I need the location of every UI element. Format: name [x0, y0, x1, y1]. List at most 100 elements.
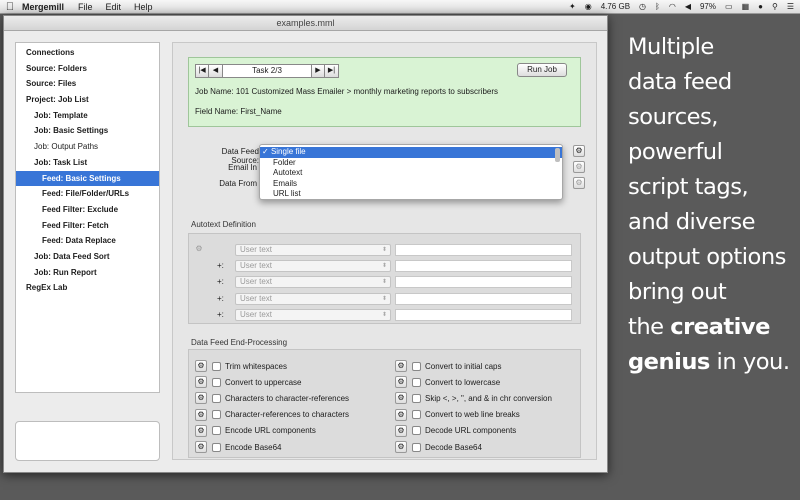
endproc-checkbox[interactable]	[412, 377, 421, 387]
autotext-type-select[interactable]: User text	[235, 244, 391, 256]
time-machine-icon[interactable]: ◷	[639, 2, 646, 11]
endproc-checkbox[interactable]	[212, 361, 221, 371]
sidebar-item[interactable]: RegEx Lab	[16, 280, 159, 296]
sidebar-item[interactable]: Job: Basic Settings	[16, 123, 159, 139]
popup-item[interactable]: URL list	[260, 189, 562, 200]
endproc-label: Characters to character-references	[225, 393, 350, 403]
sidebar: Connections Source: Folders Source: Files P…	[15, 42, 160, 393]
sidebar-item[interactable]: Job: Output Paths	[16, 139, 159, 155]
sidebar-item[interactable]: Job: Task List	[16, 155, 159, 171]
sidebar-item[interactable]: Feed Filter: Exclude	[16, 202, 159, 218]
dropbox-icon[interactable]: ✦	[569, 2, 576, 11]
sidebar-item[interactable]: Job: Template	[16, 108, 159, 124]
next-task-button[interactable]: ▶	[311, 64, 325, 78]
endproc-gear-icon[interactable]: ⚙	[195, 424, 207, 437]
spotlight-icon[interactable]: ⚲	[772, 2, 778, 11]
sidebar-item[interactable]: Feed: Basic Settings	[16, 170, 159, 187]
main-panel: |◀ ◀ Task 2/3 ▶ ▶| Run Job Job Name: 101…	[172, 42, 597, 460]
autotext-type-select[interactable]: User text	[235, 292, 391, 305]
endproc-checkbox[interactable]	[212, 442, 221, 452]
disk-icon[interactable]: ◉	[585, 2, 592, 11]
popup-item[interactable]: Autotext	[260, 168, 562, 179]
wifi-icon[interactable]: ◠	[669, 2, 676, 11]
sidebar-item[interactable]: Source: Files	[16, 76, 159, 92]
autotext-value-input[interactable]	[395, 244, 572, 256]
data-feed-source-gear-icon[interactable]: ⚙	[573, 145, 585, 157]
sidebar-item[interactable]: Feed Filter: Fetch	[16, 218, 159, 234]
flag-icon[interactable]: ▦	[742, 2, 750, 11]
autotext-value-input[interactable]	[395, 292, 572, 305]
endproc-label: Character-references to characters	[225, 410, 350, 420]
popup-item[interactable]: ✓ Single file	[260, 147, 562, 158]
data-from-label: Data From	[219, 179, 257, 188]
popup-item-label: Autotext	[273, 168, 303, 177]
menu-help[interactable]: Help	[134, 2, 153, 12]
endproc-gear-icon[interactable]: ⚙	[395, 360, 407, 372]
popup-item[interactable]: Emails	[260, 179, 562, 190]
menu-app-name[interactable]: Mergemill	[22, 2, 64, 12]
endproc-checkbox[interactable]	[212, 410, 221, 420]
battery-icon[interactable]: ▭	[725, 2, 733, 11]
endproc-checkbox[interactable]	[412, 410, 421, 420]
endproc-label: Encode Base64	[225, 442, 282, 452]
sidebar-item[interactable]: Project: Job List	[16, 92, 159, 108]
run-job-button[interactable]: Run Job	[517, 63, 567, 77]
endproc-checkbox[interactable]	[412, 426, 421, 436]
endproc-gear-icon[interactable]: ⚙	[395, 376, 407, 389]
notification-icon[interactable]: ☰	[787, 2, 794, 11]
menu-file[interactable]: File	[78, 2, 93, 12]
task-box: |◀ ◀ Task 2/3 ▶ ▶| Run Job Job Name: 101…	[188, 57, 581, 127]
promo-line: and diverse	[628, 209, 756, 235]
promo-text-plain: the	[628, 314, 671, 340]
promo-line: Multiple	[628, 34, 714, 60]
menu-edit[interactable]: Edit	[106, 2, 122, 12]
sidebar-item[interactable]: Feed: Data Replace	[16, 233, 159, 249]
promo-line: sources,	[628, 104, 718, 130]
endproc-gear-icon[interactable]: ⚙	[395, 424, 407, 437]
endproc-gear-icon[interactable]: ⚙	[195, 376, 207, 389]
autotext-value-input[interactable]	[395, 260, 572, 273]
sidebar-item[interactable]: Job: Run Report	[16, 265, 159, 281]
sidebar-item[interactable]: Job: Data Feed Sort	[16, 249, 159, 265]
sidebar-item[interactable]: Source: Folders	[16, 61, 159, 77]
endproc-gear-icon[interactable]: ⚙	[195, 408, 207, 421]
endproc-checkbox[interactable]	[412, 442, 421, 452]
endproc-gear-icon[interactable]: ⚙	[195, 392, 207, 405]
user-icon[interactable]: ●	[758, 2, 763, 11]
last-task-button[interactable]: ▶|	[325, 64, 339, 78]
data-from-gear-icon[interactable]: ⚙	[573, 177, 585, 189]
endproc-gear-icon[interactable]: ⚙	[195, 360, 207, 372]
first-task-button[interactable]: |◀	[195, 64, 209, 78]
autotext-value-input[interactable]	[395, 276, 572, 289]
autotext-row: +: User text	[189, 292, 582, 305]
autotext-type-select[interactable]: User text	[235, 276, 391, 289]
prev-task-button[interactable]: ◀	[209, 64, 223, 78]
autotext-value-input[interactable]	[395, 308, 572, 321]
autotext-type-select[interactable]: User text	[235, 308, 391, 321]
sidebar-item[interactable]: Feed: File/Folder/URLs	[16, 186, 159, 202]
bluetooth-icon[interactable]: ᛒ	[655, 2, 660, 11]
endproc-checkbox[interactable]	[212, 377, 221, 387]
endproc-checkbox[interactable]	[412, 361, 421, 371]
endproc-checkbox[interactable]	[212, 426, 221, 436]
popup-item[interactable]: Folder	[260, 158, 562, 169]
autotext-row: +: User text	[189, 260, 582, 273]
endproc-label: Convert to web line breaks	[425, 410, 520, 420]
autotext-type-select[interactable]: User text	[235, 260, 391, 273]
endproc-checkbox[interactable]	[412, 393, 421, 403]
job-name-text: Job Name: 101 Customized Mass Emailer > …	[195, 87, 499, 96]
endproc-gear-icon[interactable]: ⚙	[195, 441, 207, 453]
volume-icon[interactable]: ◀	[685, 2, 691, 11]
autotext-row: User text	[189, 244, 582, 256]
check-icon: ✓	[262, 147, 271, 156]
email-gear-icon[interactable]: ⚙	[573, 161, 585, 173]
popup-item-label: Single file	[270, 147, 306, 156]
endproc-gear-icon[interactable]: ⚙	[395, 408, 407, 421]
endproc-checkbox[interactable]	[212, 393, 221, 403]
popup-scrollbar[interactable]	[555, 148, 560, 162]
endproc-gear-icon[interactable]: ⚙	[395, 392, 407, 405]
promo-line: data feed	[628, 69, 732, 95]
apple-icon[interactable]: 	[0, 1, 20, 13]
endproc-gear-icon[interactable]: ⚙	[395, 441, 407, 453]
sidebar-item[interactable]: Connections	[16, 45, 159, 61]
